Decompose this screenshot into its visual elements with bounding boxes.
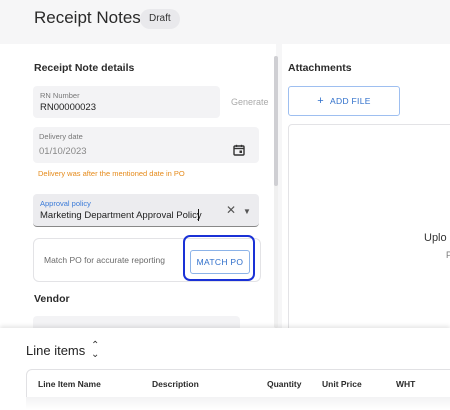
sort-icon[interactable]: ⌃ ⌄: [91, 341, 99, 360]
rn-number-value: RN00000023: [40, 102, 96, 113]
approval-policy-label: Approval policy: [40, 199, 91, 208]
upload-text: Uplo: [424, 232, 447, 244]
status-badge: Draft: [140, 9, 180, 29]
match-po-text: Match PO for accurate reporting: [44, 255, 165, 265]
text-caret: [198, 209, 199, 221]
approval-policy-value[interactable]: Marketing Department Approval Policy: [40, 210, 202, 221]
column-header[interactable]: Quantity: [267, 379, 301, 389]
page-title: Receipt Notes: [34, 8, 141, 27]
rn-number-field[interactable]: RN Number RN00000023: [33, 86, 220, 118]
line-items-title: Line items: [26, 343, 86, 358]
column-header[interactable]: WHT: [396, 379, 415, 389]
calendar-icon[interactable]: [233, 143, 245, 161]
table-row: [26, 397, 450, 410]
upload-subtext: P: [446, 250, 450, 260]
delivery-date-field[interactable]: Delivery date 01/10/2023: [33, 127, 259, 163]
approval-policy-select[interactable]: Approval policy Marketing Department App…: [33, 194, 259, 227]
generate-button[interactable]: Generate: [231, 97, 269, 107]
close-icon[interactable]: ✕: [226, 203, 236, 217]
column-header[interactable]: Line Item Name: [38, 379, 101, 389]
attachments-heading: Attachments: [288, 62, 352, 74]
upload-dropzone[interactable]: Uplo P: [288, 124, 450, 332]
scrollbar-thumb[interactable]: [274, 56, 278, 186]
highlight-box: [183, 235, 255, 281]
delivery-date-warning: Delivery was after the mentioned date in…: [38, 169, 185, 178]
column-header[interactable]: Description: [152, 379, 199, 389]
column-header[interactable]: Unit Price: [322, 379, 362, 389]
rn-number-label: RN Number: [40, 91, 80, 100]
plus-icon: +: [317, 95, 325, 107]
vendor-heading: Vendor: [34, 293, 70, 305]
add-file-label: ADD FILE: [330, 96, 371, 106]
delivery-date-value: 01/10/2023: [39, 146, 87, 157]
add-file-button[interactable]: + ADD FILE: [288, 86, 400, 116]
delivery-date-label: Delivery date: [39, 132, 83, 141]
chevron-down-icon[interactable]: ▼: [243, 207, 251, 216]
receipt-details-heading: Receipt Note details: [34, 62, 135, 74]
